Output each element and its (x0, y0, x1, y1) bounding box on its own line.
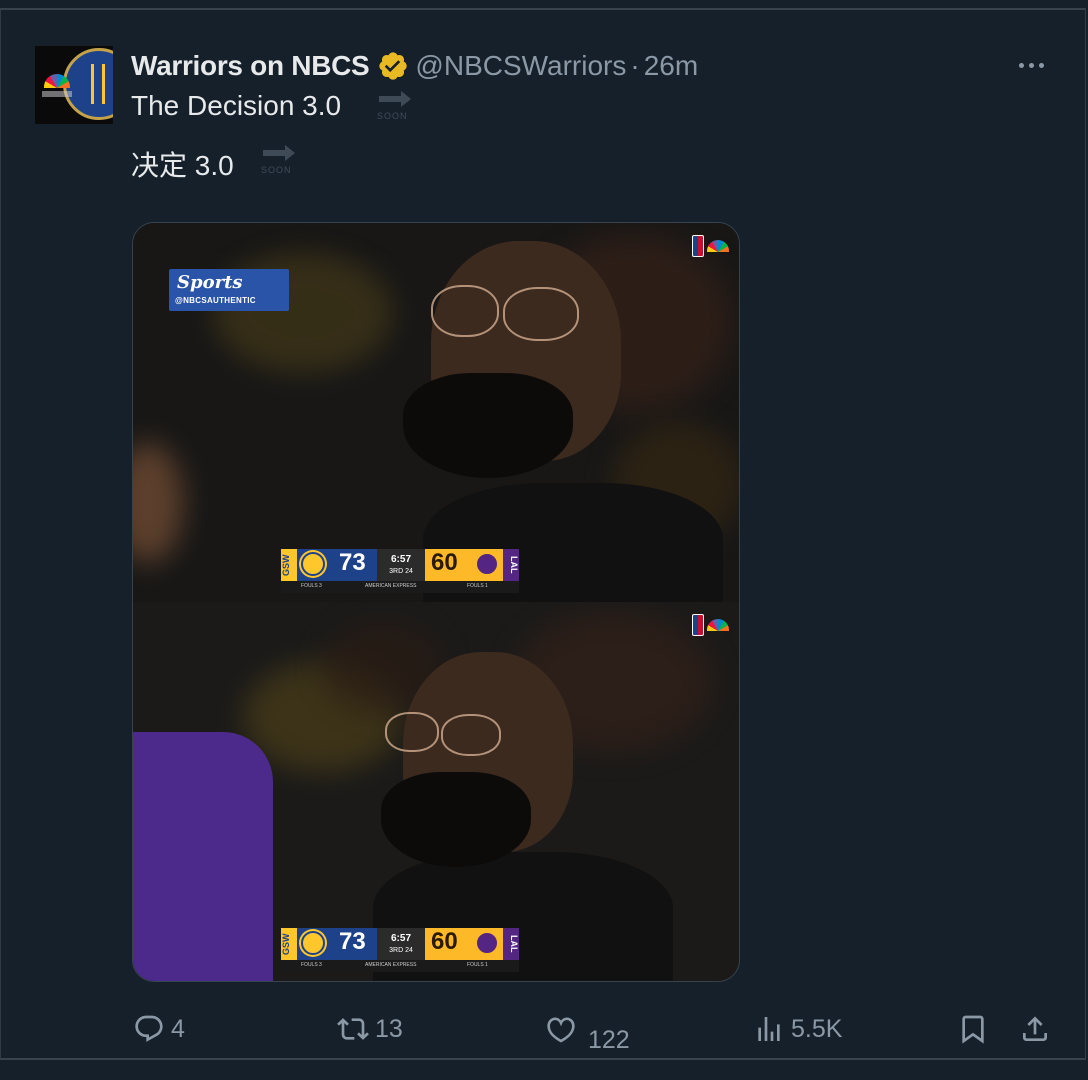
tweet-text-chinese: 决定 3.0 (131, 150, 234, 181)
warriors-logo-icon (63, 48, 113, 120)
views-button[interactable]: 5.5K (753, 1006, 842, 1052)
reply-count: 4 (171, 1014, 185, 1043)
reply-button[interactable]: 4 (133, 1006, 185, 1052)
warriors-logo-icon (301, 552, 325, 576)
tweet-actions: 4 13 122 5.5K (1, 1006, 1085, 1056)
tweet-text-english: The Decision 3.0 (131, 90, 342, 121)
reply-icon (135, 1015, 163, 1042)
retweet-button[interactable]: 13 (337, 1006, 403, 1052)
tweet-image[interactable]: Sports @NBCSAUTHENTIC GSW 73 6:57 3RD 24 … (132, 222, 740, 982)
more-options-icon[interactable] (1011, 50, 1051, 80)
lakers-logo-icon (475, 931, 499, 955)
retweet-icon (337, 1018, 369, 1040)
tweet-text-line-1: The Decision 3.0 (131, 90, 341, 122)
lakers-logo-icon (475, 552, 499, 576)
like-button[interactable]: 122 (545, 1006, 645, 1054)
tweet-header: Warriors on NBCS @NBCSWarriors · 26m (131, 48, 698, 84)
image-frame-bottom: GSW 73 6:57 3RD 24 60 LAL FOULS 3 AMERICA… (133, 602, 739, 981)
broadcast-badges (692, 235, 729, 257)
separator-dot: · (630, 50, 640, 81)
verified-badge-icon[interactable] (377, 50, 409, 82)
views-count: 5.5K (791, 1014, 843, 1043)
away-score: 60 (431, 928, 458, 955)
scorebug: GSW 73 6:57 3RD 24 60 LAL FOULS 3 AMERICA… (281, 547, 519, 593)
share-button[interactable] (1019, 1006, 1051, 1052)
analytics-icon (758, 1017, 780, 1041)
tweet-card[interactable]: Warriors on NBCS @NBCSWarriors · 26m The… (0, 8, 1086, 1060)
purple-jersey (133, 732, 273, 981)
timestamp[interactable]: 26m (644, 50, 698, 82)
soon-arrow-icon: SOON (261, 144, 301, 178)
retweet-count: 13 (375, 1014, 403, 1043)
home-score: 73 (339, 549, 366, 576)
peacock-icon (707, 619, 729, 631)
nbc-sports-watermark: Sports @NBCSAUTHENTIC (169, 269, 289, 311)
bookmark-icon (962, 1015, 984, 1044)
away-score: 60 (431, 549, 458, 576)
avatar[interactable] (35, 46, 113, 124)
nba-logo-icon (692, 235, 704, 257)
bridge-icon (91, 64, 105, 104)
display-name[interactable]: Warriors on NBCS (131, 50, 370, 82)
home-score: 73 (339, 928, 366, 955)
soon-arrow-icon: SOON (377, 90, 417, 124)
handle[interactable]: @NBCSWarriors (415, 50, 626, 82)
bookmark-button[interactable] (957, 1006, 989, 1052)
heart-icon (547, 1017, 575, 1043)
tweet-text-line-2: 决定 3.0 (131, 144, 234, 184)
image-frame-top: Sports @NBCSAUTHENTIC GSW 73 6:57 3RD 24 … (133, 223, 739, 602)
scorebug: GSW 73 6:57 3RD 24 60 LAL FOULS 3 AMERICA… (281, 926, 519, 972)
share-icon (1023, 1016, 1047, 1041)
like-count: 122 (588, 1026, 630, 1054)
nba-logo-icon (692, 614, 704, 636)
warriors-logo-icon (301, 931, 325, 955)
logo-wordmark (42, 91, 72, 97)
peacock-icon (707, 240, 729, 252)
broadcast-badges (692, 614, 729, 636)
